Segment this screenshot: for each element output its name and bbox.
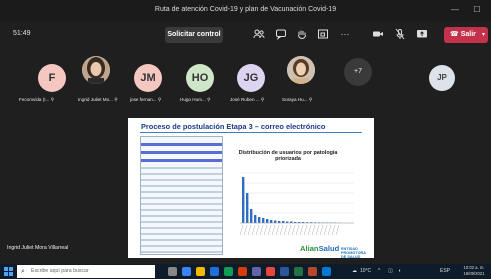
leave-button[interactable]: ☎ Salir ▾ (444, 27, 488, 43)
app-icon[interactable] (224, 267, 233, 276)
meeting-title: Ruta de atención Covid-19 y plan de Vacu… (154, 6, 337, 13)
participant-name: Hugo Hum... ⚲ (180, 97, 211, 102)
edge-icon[interactable] (182, 267, 191, 276)
taskbar-clock[interactable]: 10:02 a. m. 16/09/2021 (461, 265, 487, 277)
patology-table (140, 136, 223, 255)
temperature: 10°C (360, 268, 372, 274)
pin-icon: ⚲ (50, 97, 55, 102)
pin-icon: ⚲ (157, 97, 162, 102)
language-indicator[interactable]: ESP (440, 268, 450, 274)
camera-icon[interactable] (372, 28, 384, 40)
search-icon: ⌕ (21, 268, 25, 275)
pin-icon: ⚲ (308, 97, 313, 102)
taskbar-search-input[interactable]: ⌕ Escribe aquí para buscar (17, 265, 155, 278)
windows-taskbar: ⌕ Escribe aquí para buscar ☁ 10°C ^ ◫ ◖ … (0, 264, 491, 279)
more-icon[interactable]: ··· (339, 28, 351, 40)
rooms-icon[interactable] (317, 28, 329, 40)
leave-label: Salir (460, 31, 476, 38)
slide-divider (140, 132, 362, 133)
meeting-timer: 51:49 (13, 30, 31, 37)
participant-name: Fecomvida (I... ⚲ (19, 97, 55, 102)
office-icon[interactable] (238, 267, 247, 276)
volume-icon[interactable]: ◖ (398, 268, 401, 274)
window-titlebar: Ruta de atención Covid-19 y plan de Vacu… (0, 0, 491, 22)
store-icon[interactable] (210, 267, 219, 276)
aliansalud-logo: AlianSalud (300, 244, 340, 253)
minimize-button[interactable]: — (448, 4, 462, 16)
network-icon[interactable]: ◫ (388, 268, 393, 274)
mic-off-icon[interactable] (394, 28, 406, 40)
pin-icon: ⚲ (207, 97, 211, 102)
chevron-down-icon[interactable]: ▾ (482, 27, 485, 43)
reactions-icon[interactable] (296, 28, 308, 40)
teams-icon[interactable] (252, 267, 261, 276)
request-control-button[interactable]: Solicitar control (165, 27, 223, 43)
participant-avatar[interactable] (287, 56, 315, 84)
windows-start-icon[interactable] (4, 267, 13, 276)
chart-title: Distribución de usuarios por patología p… (238, 150, 338, 163)
maximize-button[interactable]: ☐ (470, 4, 484, 16)
secondary-logo: ENTIDAD PROMOTORA DE SALUD (341, 247, 366, 259)
outlook-icon[interactable] (322, 267, 331, 276)
distribution-chart (239, 172, 354, 236)
participant-name: jose fernan... ⚲ (130, 97, 162, 102)
task-view-icon[interactable] (168, 267, 177, 276)
powerpoint-icon[interactable] (308, 267, 317, 276)
pin-icon: ⚲ (114, 97, 118, 102)
tray-expand-icon[interactable]: ^ (378, 268, 380, 274)
participant-avatar[interactable]: HO (186, 64, 214, 92)
participants-strip: F Fecomvida (I... ⚲ Ingrid Juliet Mo... … (0, 50, 491, 120)
presenter-name: Ingrid Juliet Mora Villarreal (7, 245, 69, 251)
participant-name: Ingrid Juliet Mo... ⚲ (78, 97, 118, 102)
participant-avatar[interactable]: JM (134, 64, 162, 92)
chrome-icon[interactable] (266, 267, 275, 276)
more-participants-badge[interactable]: +7 (344, 58, 372, 86)
weather-icon[interactable]: ☁ (352, 268, 357, 274)
participant-name: Soraya Hu... ⚲ (282, 97, 313, 102)
participant-avatar[interactable] (82, 56, 110, 84)
slide-title: Proceso de postulación Etapa 3 – correo … (141, 122, 326, 131)
people-icon[interactable] (253, 28, 265, 40)
chat-icon[interactable] (275, 28, 287, 40)
phone-icon: ☎ (450, 31, 459, 38)
self-avatar[interactable]: JP (429, 65, 455, 91)
explorer-icon[interactable] (196, 267, 205, 276)
participant-avatar[interactable]: F (38, 64, 66, 92)
shared-screen: Proceso de postulación Etapa 3 – correo … (128, 118, 374, 259)
participant-name: José Ruben ... ⚲ (230, 97, 265, 102)
share-icon[interactable] (416, 28, 428, 40)
meeting-toolbar: 51:49 Solicitar control ··· ☎ Salir ▾ (0, 22, 491, 48)
pin-icon: ⚲ (260, 97, 265, 102)
participant-avatar[interactable]: JG (237, 64, 265, 92)
excel-icon[interactable] (294, 267, 303, 276)
word-icon[interactable] (280, 267, 289, 276)
